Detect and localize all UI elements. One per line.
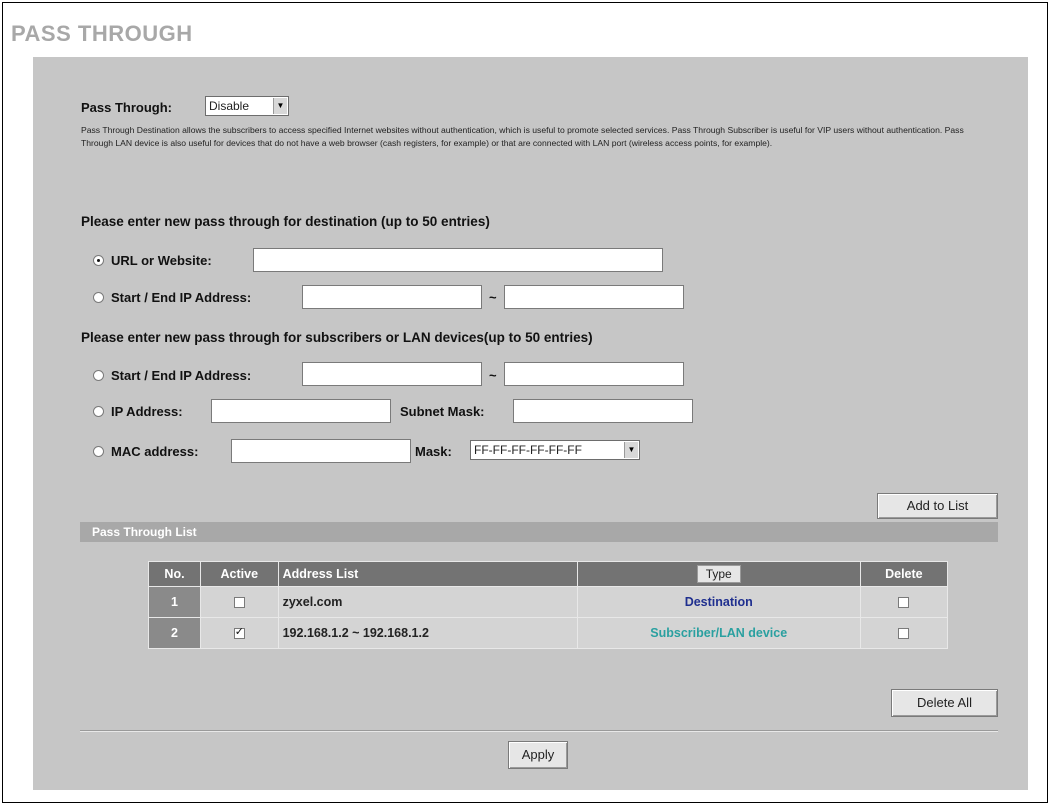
- settings-panel: [33, 57, 1028, 790]
- address-cell: zyxel.com: [277, 586, 578, 618]
- active-checkbox[interactable]: [233, 625, 245, 640]
- delete-cell: [859, 586, 949, 618]
- col-active: Active: [199, 561, 279, 587]
- type-cell: Subscriber/LAN device: [576, 617, 861, 649]
- divider: [80, 730, 998, 732]
- pass-through-select-value: Disable: [209, 99, 250, 113]
- pass-through-list-header: Pass Through List: [80, 522, 998, 542]
- add-to-list-button[interactable]: Add to List: [877, 493, 998, 519]
- delete-all-button[interactable]: Delete All: [891, 689, 998, 717]
- active-cell: [199, 617, 279, 649]
- ip-address-input[interactable]: [211, 399, 391, 423]
- subscriber-ip-range-radio[interactable]: [93, 370, 104, 381]
- mac-address-radio[interactable]: [93, 446, 104, 457]
- subscriber-range-separator: ~: [489, 368, 497, 383]
- table-row: 2 192.168.1.2 ~ 192.168.1.2 Subscriber/L…: [148, 617, 949, 649]
- mac-address-label: MAC address:: [111, 444, 199, 459]
- table-header-row: No. Active Address List Type Delete: [148, 561, 949, 587]
- col-delete: Delete: [859, 561, 949, 587]
- ip-address-radio[interactable]: [93, 406, 104, 417]
- subscriber-ip-range-label: Start / End IP Address:: [111, 368, 252, 383]
- delete-cell: [859, 617, 949, 649]
- url-input[interactable]: [253, 248, 663, 272]
- delete-checkbox[interactable]: [898, 597, 910, 609]
- mac-mask-select-value: FF-FF-FF-FF-FF-FF: [474, 443, 582, 457]
- col-address-list: Address List: [277, 561, 578, 587]
- mask-label: Mask:: [415, 444, 452, 459]
- subscriber-start-ip-input[interactable]: [302, 362, 482, 386]
- destination-end-ip-input[interactable]: [504, 285, 684, 309]
- destination-start-ip-input[interactable]: [302, 285, 482, 309]
- destination-ip-range-label: Start / End IP Address:: [111, 290, 252, 305]
- subscriber-end-ip-input[interactable]: [504, 362, 684, 386]
- dropdown-arrow-icon: ▼: [624, 442, 638, 458]
- row-number: 1: [148, 586, 201, 618]
- pass-through-label: Pass Through:: [81, 100, 173, 115]
- mac-mask-select[interactable]: FF-FF-FF-FF-FF-FF ▼: [470, 440, 640, 460]
- subscribers-heading: Please enter new pass through for subscr…: [81, 330, 593, 345]
- pass-through-description: Pass Through Destination allows the subs…: [81, 125, 964, 148]
- dropdown-arrow-icon: ▼: [273, 98, 287, 114]
- destination-ip-range-radio[interactable]: [93, 292, 104, 303]
- col-no: No.: [148, 561, 201, 587]
- pass-through-table: No. Active Address List Type Delete 1 zy…: [148, 561, 949, 649]
- active-checkbox[interactable]: [233, 597, 245, 609]
- subnet-mask-label: Subnet Mask:: [400, 404, 485, 419]
- address-cell: 192.168.1.2 ~ 192.168.1.2: [277, 617, 578, 649]
- mac-address-input[interactable]: [231, 439, 411, 463]
- ip-address-label: IP Address:: [111, 404, 183, 419]
- type-sort-button[interactable]: Type: [696, 565, 741, 583]
- delete-checkbox[interactable]: [898, 628, 910, 640]
- subnet-mask-input[interactable]: [513, 399, 693, 423]
- page-title: PASS THROUGH: [11, 21, 193, 46]
- col-type[interactable]: Type: [576, 561, 861, 587]
- apply-button[interactable]: Apply: [508, 741, 568, 769]
- url-radio[interactable]: [93, 255, 104, 266]
- url-label: URL or Website:: [111, 253, 212, 268]
- destination-heading: Please enter new pass through for destin…: [81, 214, 490, 229]
- row-number: 2: [148, 617, 201, 649]
- pass-through-select[interactable]: Disable ▼: [205, 96, 289, 116]
- destination-range-separator: ~: [489, 290, 497, 305]
- type-cell: Destination: [576, 586, 861, 618]
- table-row: 1 zyxel.com Destination: [148, 586, 949, 618]
- active-cell: [199, 586, 279, 618]
